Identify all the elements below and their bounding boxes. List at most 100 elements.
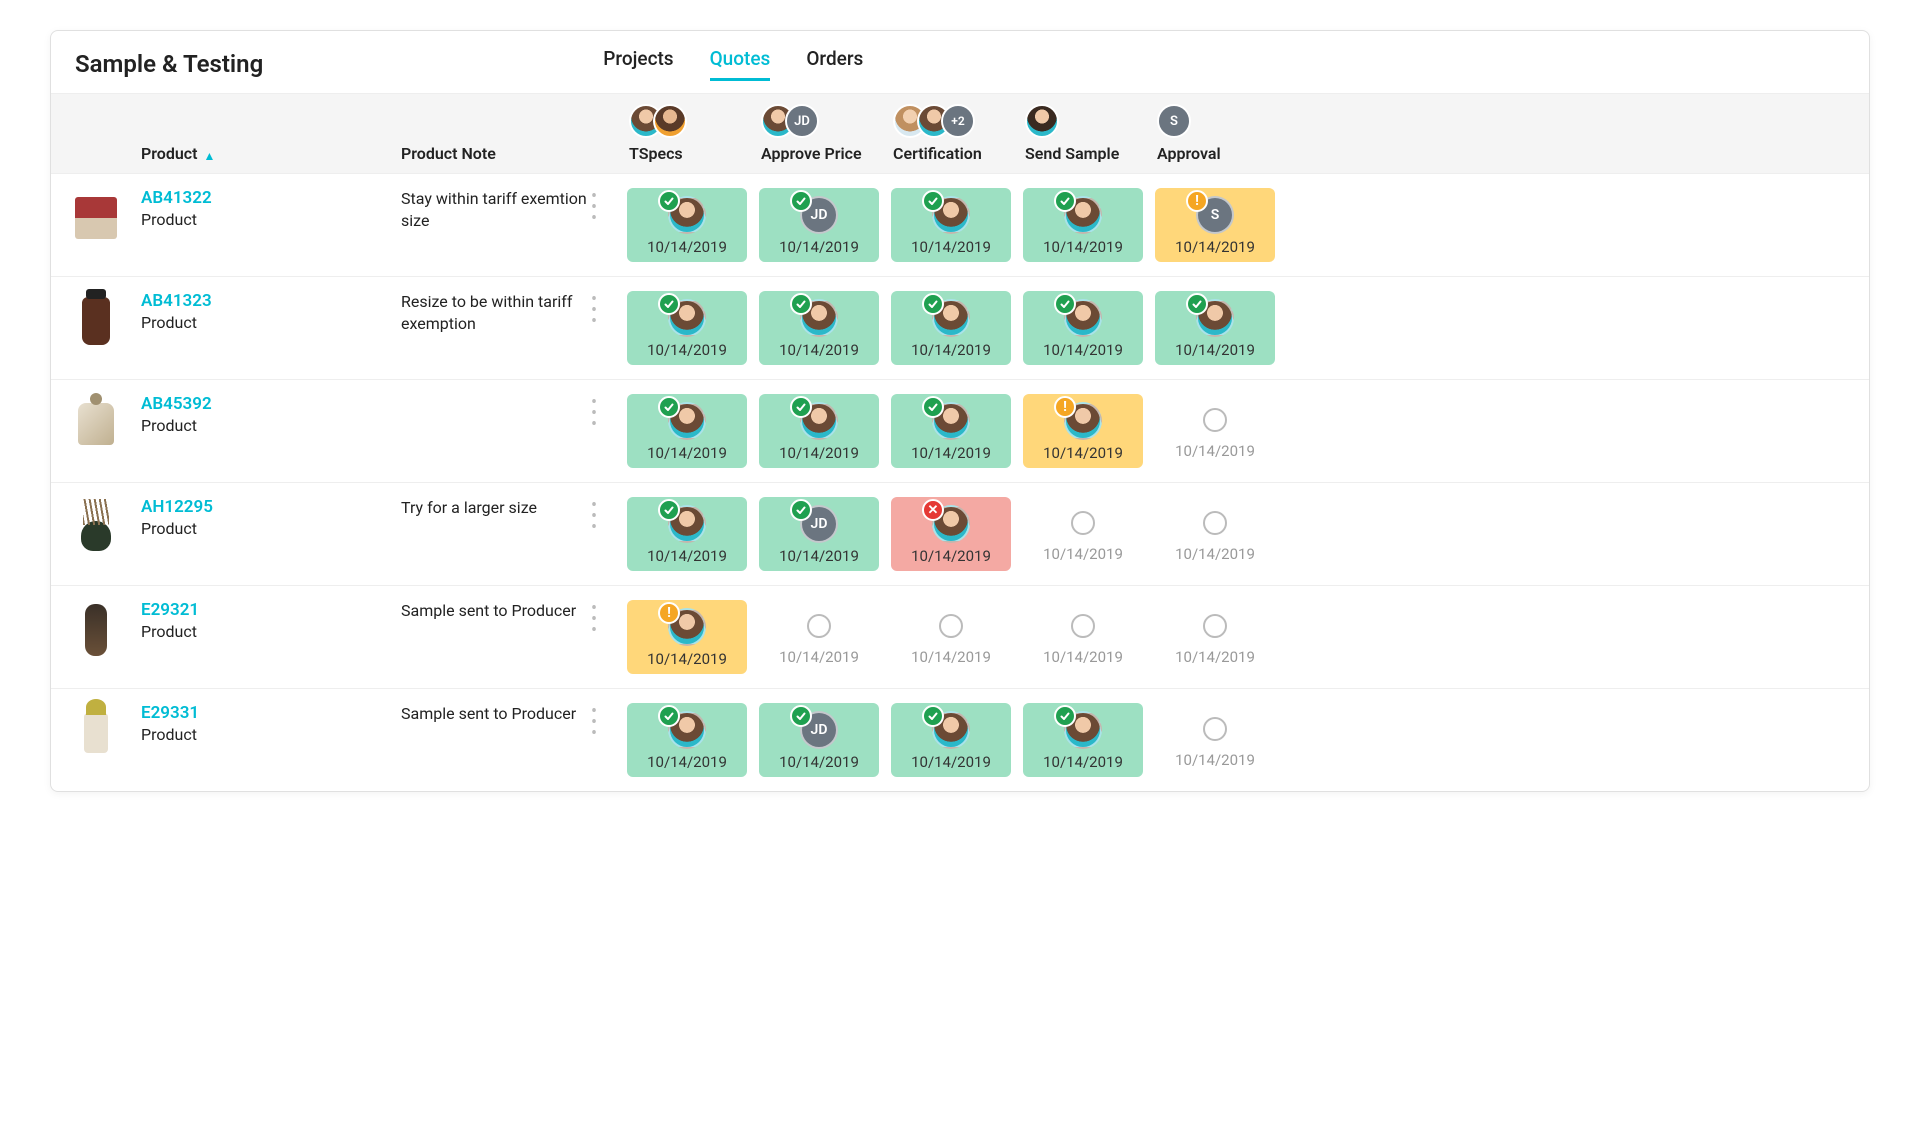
- status-cell-approval[interactable]: S!10/14/2019: [1155, 188, 1275, 262]
- status-cell-approve_price[interactable]: 10/14/2019: [759, 291, 879, 365]
- check-icon: [922, 705, 944, 727]
- empty-status-icon: [1071, 511, 1095, 535]
- stage-label: Send Sample: [1017, 144, 1149, 163]
- table-row: AB45392Product•••10/14/201910/14/201910/…: [51, 380, 1869, 483]
- product-sku-link[interactable]: AH12295: [141, 497, 401, 517]
- row-menu-icon[interactable]: •••: [591, 600, 621, 636]
- check-icon: [790, 499, 812, 521]
- status-date: 10/14/2019: [911, 444, 991, 462]
- status-cell-send_sample[interactable]: 10/14/2019: [1023, 188, 1143, 262]
- avatar-initials[interactable]: JD: [785, 104, 819, 138]
- status-cell-approval[interactable]: 10/14/2019: [1155, 291, 1275, 365]
- status-date: 10/14/2019: [647, 444, 727, 462]
- empty-status-icon: [1203, 511, 1227, 535]
- status-cell-tspecs[interactable]: 10/14/2019: [627, 394, 747, 468]
- stage-label: Certification: [885, 144, 1017, 163]
- status-date: 10/14/2019: [1043, 341, 1123, 359]
- check-icon: [922, 293, 944, 315]
- tab-quotes[interactable]: Quotes: [710, 47, 771, 81]
- status-cell-certification[interactable]: 10/14/2019: [891, 394, 1011, 468]
- product-thumbnail[interactable]: [78, 403, 114, 445]
- check-icon: [1054, 293, 1076, 315]
- status-cell-approval[interactable]: 10/14/2019: [1155, 394, 1275, 466]
- product-thumbnail[interactable]: [84, 713, 108, 753]
- tab-orders[interactable]: Orders: [806, 47, 863, 81]
- product-sku-link[interactable]: E29321: [141, 600, 401, 620]
- empty-status-icon: [1203, 614, 1227, 638]
- status-date: 10/14/2019: [911, 341, 991, 359]
- product-thumbnail[interactable]: [85, 604, 107, 656]
- fail-icon: ✕: [922, 499, 944, 521]
- table-row: E29321ProductSample sent to Producer•••!…: [51, 586, 1869, 689]
- avatar-overflow-count[interactable]: +2: [941, 104, 975, 138]
- status-cell-send_sample[interactable]: 10/14/2019: [1023, 291, 1143, 365]
- product-subtitle: Product: [141, 519, 401, 538]
- status-cell-certification[interactable]: 10/14/2019: [891, 703, 1011, 777]
- status-cell-send_sample[interactable]: 10/14/2019: [1023, 497, 1143, 569]
- col-tspecs-header: TSpecs: [621, 104, 753, 163]
- table-row: AB41322ProductStay within tariff exemtio…: [51, 174, 1869, 277]
- table-body: AB41322ProductStay within tariff exemtio…: [51, 174, 1869, 791]
- product-thumbnail[interactable]: [82, 297, 110, 345]
- product-sku-link[interactable]: E29331: [141, 703, 401, 723]
- status-cell-certification[interactable]: 10/14/2019: [891, 600, 1011, 672]
- avatar[interactable]: [1025, 104, 1059, 138]
- empty-status-icon: [1203, 408, 1227, 432]
- status-cell-approval[interactable]: 10/14/2019: [1155, 600, 1275, 672]
- product-sku-link[interactable]: AB41322: [141, 188, 401, 208]
- status-date: 10/14/2019: [647, 650, 727, 668]
- status-cell-approval[interactable]: 10/14/2019: [1155, 703, 1275, 775]
- tab-projects[interactable]: Projects: [603, 47, 673, 81]
- status-date: 10/14/2019: [647, 547, 727, 565]
- topbar: Sample & Testing ProjectsQuotesOrders: [51, 31, 1869, 93]
- status-cell-tspecs[interactable]: !10/14/2019: [627, 600, 747, 674]
- status-cell-tspecs[interactable]: 10/14/2019: [627, 188, 747, 262]
- table-header: Product ▲ Product Note TSpecsJDApprove P…: [51, 93, 1869, 174]
- product-thumbnail[interactable]: [81, 521, 111, 551]
- row-menu-icon[interactable]: •••: [591, 291, 621, 327]
- status-cell-approve_price[interactable]: 10/14/2019: [759, 394, 879, 468]
- tabs: Projects Quotes Orders: [603, 47, 863, 81]
- status-cell-send_sample[interactable]: 10/14/2019: [1023, 703, 1143, 777]
- status-cell-tspecs[interactable]: 10/14/2019: [627, 497, 747, 571]
- status-date: 10/14/2019: [911, 547, 991, 565]
- status-cell-send_sample[interactable]: 10/14/2019: [1023, 600, 1143, 672]
- product-subtitle: Product: [141, 210, 401, 229]
- col-product-header[interactable]: Product: [141, 144, 198, 163]
- status-cell-approve_price[interactable]: 10/14/2019: [759, 600, 879, 672]
- status-date: 10/14/2019: [779, 648, 859, 666]
- row-menu-icon[interactable]: •••: [591, 703, 621, 739]
- status-cell-approve_price[interactable]: JD10/14/2019: [759, 703, 879, 777]
- table-row: AB41323ProductResize to be within tariff…: [51, 277, 1869, 380]
- row-menu-icon[interactable]: •••: [591, 394, 621, 430]
- status-date: 10/14/2019: [647, 341, 727, 359]
- status-cell-send_sample[interactable]: !10/14/2019: [1023, 394, 1143, 468]
- status-date: 10/14/2019: [911, 753, 991, 771]
- product-sku-link[interactable]: AB45392: [141, 394, 401, 414]
- status-cell-approve_price[interactable]: JD10/14/2019: [759, 497, 879, 571]
- avatar-initials[interactable]: S: [1157, 104, 1191, 138]
- empty-status-icon: [807, 614, 831, 638]
- product-sku-link[interactable]: AB41323: [141, 291, 401, 311]
- check-icon: [922, 396, 944, 418]
- status-cell-approve_price[interactable]: JD10/14/2019: [759, 188, 879, 262]
- check-icon: [790, 293, 812, 315]
- empty-status-icon: [939, 614, 963, 638]
- status-cell-certification[interactable]: ✕ 10/14/2019: [891, 497, 1011, 571]
- check-icon: [1054, 190, 1076, 212]
- sample-testing-panel: Sample & Testing ProjectsQuotesOrders Pr…: [50, 30, 1870, 792]
- status-cell-approval[interactable]: 10/14/2019: [1155, 497, 1275, 569]
- status-cell-tspecs[interactable]: 10/14/2019: [627, 703, 747, 777]
- status-cell-certification[interactable]: 10/14/2019: [891, 188, 1011, 262]
- status-date: 10/14/2019: [1043, 648, 1123, 666]
- status-date: 10/14/2019: [1175, 341, 1255, 359]
- warning-icon: !: [1186, 190, 1208, 212]
- row-menu-icon[interactable]: •••: [591, 188, 621, 224]
- status-cell-tspecs[interactable]: 10/14/2019: [627, 291, 747, 365]
- sort-asc-icon[interactable]: ▲: [204, 149, 216, 163]
- row-menu-icon[interactable]: •••: [591, 497, 621, 533]
- status-cell-certification[interactable]: 10/14/2019: [891, 291, 1011, 365]
- product-thumbnail[interactable]: [75, 197, 117, 239]
- status-date: 10/14/2019: [779, 444, 859, 462]
- avatar[interactable]: [653, 104, 687, 138]
